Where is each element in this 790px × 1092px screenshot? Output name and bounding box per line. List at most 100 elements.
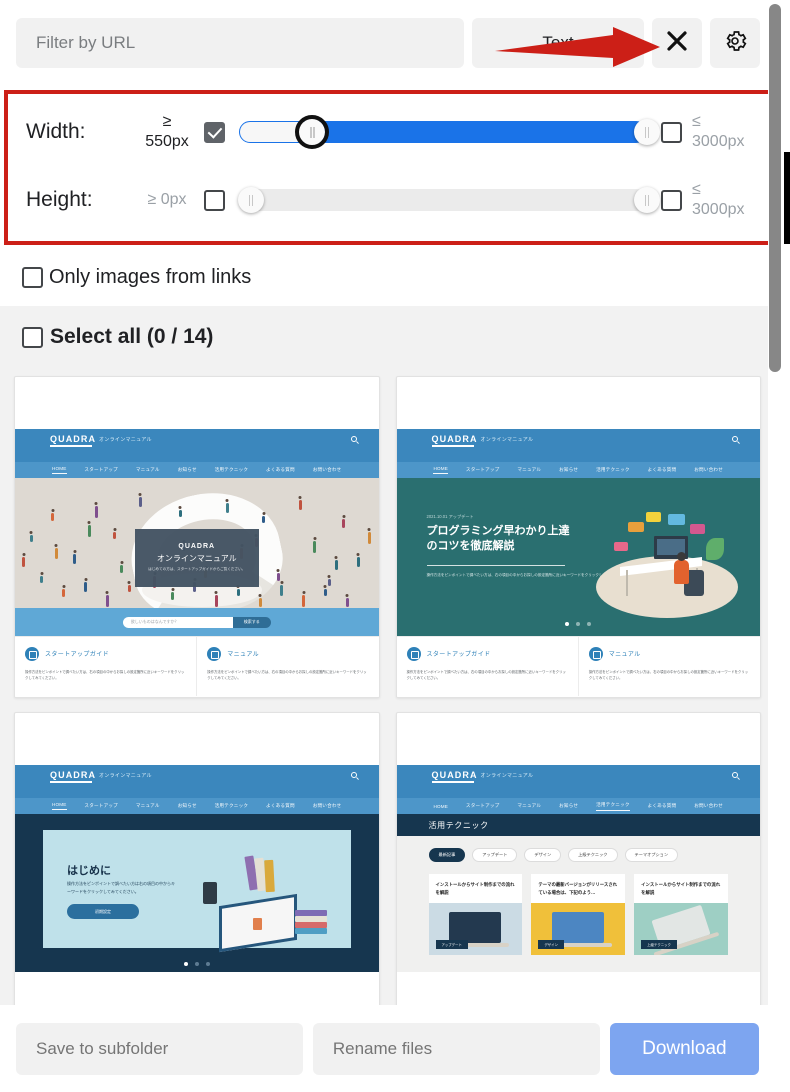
site-brand: QUADRA: [431, 434, 478, 444]
feature-card: マニュアル 操作方法をピンポイントで調べたい方は、右の項目の中からお探しの設定箇…: [577, 637, 760, 696]
site-nav-item: HOME: [433, 803, 449, 809]
height-max-value-display: ≤ 3000px: [692, 180, 768, 220]
download-button[interactable]: Download: [609, 1022, 759, 1075]
select-all-label: Select all (0 / 14): [50, 325, 214, 348]
book-icon: [207, 646, 222, 661]
text-filter-button[interactable]: Text: [472, 18, 644, 68]
site-nav-item: スタートアップ: [465, 467, 500, 472]
carousel-dots: [565, 622, 592, 626]
scrollbar-thumb[interactable]: [769, 4, 781, 372]
only-images-from-links-row[interactable]: Only images from links: [0, 252, 775, 302]
width-max-value-display: ≤ 3000px: [692, 112, 768, 152]
feature-cards: スタートアップガイド 操作方法をピンポイントで調べたい方は、右の項目の中からお探…: [396, 636, 760, 696]
table-row[interactable]: QUADRA オンラインマニュアル HOME スタートアップ マニュアル お知ら…: [14, 712, 380, 1005]
site-nav-item: スタートアップ: [465, 803, 500, 808]
scrollbar-track[interactable]: [768, 0, 782, 1092]
pencil-icon: [406, 646, 421, 661]
site-header: QUADRA オンラインマニュアル: [15, 429, 379, 462]
hero-navy: はじめに 操作方法をピンポイントで調べたい方は右の項目の中からキーワードをクリッ…: [15, 814, 379, 972]
width-slider[interactable]: [239, 115, 660, 149]
site-nav: HOME スタートアップ マニュアル お知らせ 活用テクニック よくある質問 お…: [396, 462, 760, 478]
site-nav-item: お問い合わせ: [694, 467, 723, 472]
hero-rule: [426, 565, 565, 566]
hero-sub: はじめての方は、スタートアップガイドからご覧ください。: [148, 567, 246, 572]
site-header: QUADRA オンラインマニュアル: [396, 429, 760, 462]
site-nav-item: お知らせ: [177, 803, 197, 808]
height-min-operator: ≥: [147, 191, 157, 208]
desk-illustration: [592, 512, 742, 622]
brand-underline: [431, 445, 474, 447]
site-nav-item: よくある質問: [266, 467, 295, 472]
category-chips: 最新記事 アップデート デザイン 上級テクニック テーマオプション: [428, 848, 729, 862]
article-title: テーマの最新バージョンがリリースされている場合は、下記のよう…: [538, 882, 618, 895]
hero-title: オンラインマニュアル: [156, 554, 237, 564]
search-icon: [350, 436, 357, 442]
width-min-operator: ≥: [162, 113, 172, 130]
site-nav-item: マニュアル: [135, 803, 160, 808]
site-brand: QUADRA: [50, 770, 97, 780]
search-icon: [350, 772, 357, 778]
category-chip: アップデート: [472, 848, 518, 862]
height-label: Height:: [26, 188, 93, 211]
site-brand-sub: オンラインマニュアル: [99, 437, 152, 443]
site-nav-item: HOME: [51, 802, 67, 810]
height-max-value: 3000px: [692, 201, 745, 218]
only-images-from-links-checkbox[interactable]: [22, 266, 43, 288]
site-nav-item: お問い合わせ: [694, 803, 723, 808]
height-min-checkbox[interactable]: [204, 189, 225, 211]
site-nav-item: お問い合わせ: [312, 467, 342, 472]
table-row[interactable]: QUADRA オンラインマニュアル HOME スタートアップ マニュアル お知ら…: [14, 376, 380, 698]
site-nav-item: 活用テクニック: [214, 467, 249, 472]
height-max-checkbox[interactable]: [661, 189, 682, 211]
height-slider-max-knob[interactable]: [634, 187, 660, 213]
page-title: 活用テクニック: [428, 820, 489, 830]
article-tile: テーマの最新バージョンがリリースされている場合は、下記のよう… デザイン: [531, 874, 626, 955]
select-all-row[interactable]: Select all (0 / 14): [0, 306, 775, 368]
site-nav-item: よくある質問: [647, 803, 677, 808]
feature-card-body: 操作方法をピンポイントで調べたい方は、右の項目の中からお探しの設定箇所に近いキー…: [588, 670, 749, 681]
height-slider-track[interactable]: [239, 189, 647, 211]
height-slider[interactable]: [238, 187, 660, 213]
category-chip: 上級テクニック: [568, 848, 618, 862]
settings-button[interactable]: [710, 18, 760, 68]
hero-title-line1: プログラミング早わかり上達: [426, 525, 570, 537]
site-nav: HOME スタートアップ マニュアル お知らせ 活用テクニック よくある質問 お…: [15, 798, 379, 814]
width-slider-max-knob[interactable]: [634, 119, 660, 145]
rename-files-input[interactable]: [312, 1022, 600, 1075]
article-list: 最新記事 アップデート デザイン 上級テクニック テーマオプション インストール…: [396, 836, 760, 972]
page-title-bar: 活用テクニック: [396, 814, 760, 836]
hero-kicker: 2021.10.01 アップデート: [426, 514, 474, 519]
category-chip: デザイン: [524, 848, 562, 862]
close-icon: [666, 30, 688, 57]
site-nav-item: 活用テクニック: [596, 802, 630, 811]
site-nav-item: スタートアップ: [84, 803, 118, 808]
book-icon: [588, 646, 603, 661]
url-filter-input[interactable]: [16, 18, 464, 68]
table-row[interactable]: QUADRA オンラインマニュアル HOME スタートアップ マニュアル お知ら…: [395, 712, 761, 1005]
site-nav-item: HOME: [433, 466, 449, 474]
site-brand-sub: オンラインマニュアル: [480, 773, 534, 779]
save-to-subfolder-input[interactable]: [16, 1022, 303, 1075]
table-row[interactable]: QUADRA オンラインマニュアル HOME スタートアップ マニュアル お知ら…: [395, 376, 761, 698]
site-nav-item: HOME: [51, 466, 67, 474]
site-nav-item: マニュアル: [135, 467, 160, 472]
width-min-checkbox[interactable]: [204, 121, 225, 143]
thumbnail-image-2: QUADRA オンラインマニュアル HOME スタートアップ マニュアル お知ら…: [396, 429, 760, 697]
width-filter-row: Width: ≥ 550px ≤ 3000px: [8, 98, 768, 166]
feature-card-title: スタートアップガイド: [426, 652, 491, 659]
only-images-from-links-label: Only images from links: [49, 265, 252, 288]
site-nav-item: よくある質問: [647, 467, 677, 472]
width-max-checkbox[interactable]: [661, 121, 682, 143]
feature-card-body: 操作方法をピンポイントで調べたい方は、右の項目の中からお探しの設定箇所に近いキー…: [207, 670, 367, 681]
thumbnail-image-3: QUADRA オンラインマニュアル HOME スタートアップ マニュアル お知ら…: [15, 765, 379, 1005]
select-all-checkbox[interactable]: [22, 326, 43, 348]
height-max-operator: ≤: [692, 181, 701, 198]
clear-button[interactable]: [652, 18, 702, 68]
feature-cards: スタートアップガイド 操作方法をピンポイントで調べたい方は、右の項目の中からお探…: [15, 636, 379, 696]
width-min-value-display: ≥ 550px: [130, 112, 204, 152]
feature-card-title: スタートアップガイド: [45, 652, 110, 659]
thumbnail-image-4: QUADRA オンラインマニュアル HOME スタートアップ マニュアル お知ら…: [396, 765, 760, 1005]
article-title: インストールからサイト制作までの流れを解説: [435, 882, 515, 895]
article-tag: アップデート: [435, 939, 468, 949]
width-label: Width:: [26, 120, 86, 143]
